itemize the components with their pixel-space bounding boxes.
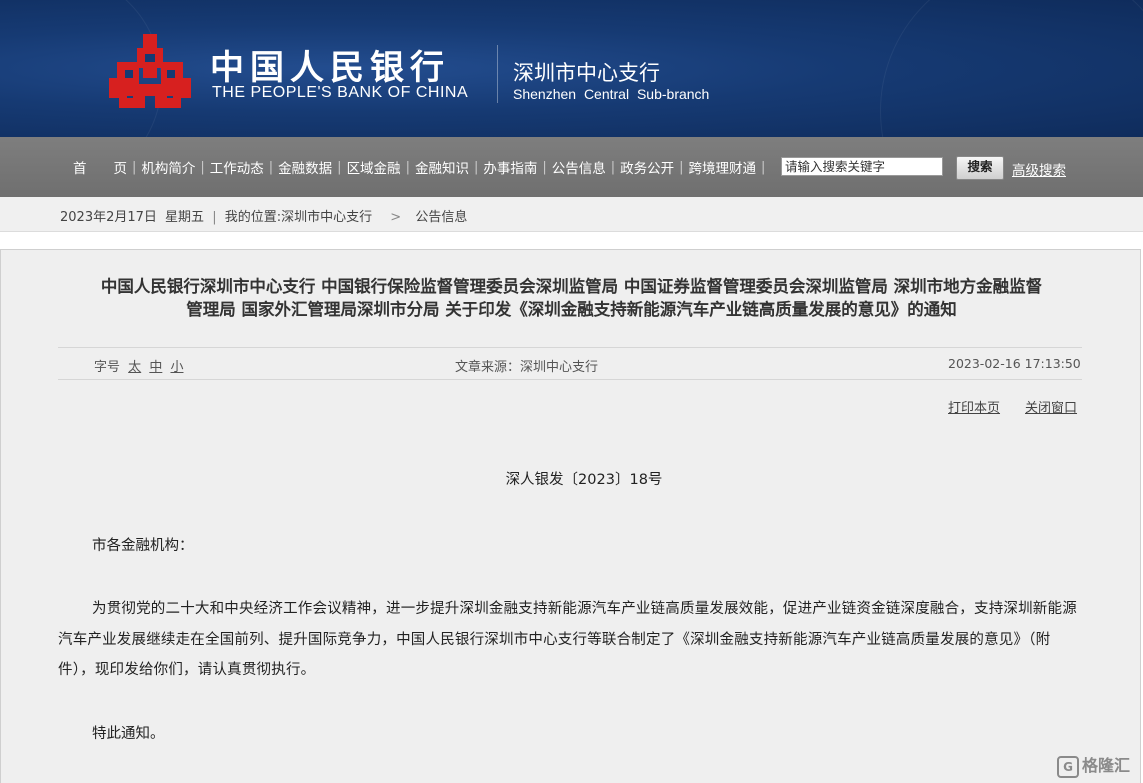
nav-item-home[interactable]: 首 页 xyxy=(68,157,132,177)
nav-item-news[interactable]: 工作动态 xyxy=(205,157,269,177)
gelonghui-logo-icon: G xyxy=(1057,755,1079,778)
font-size-medium-button[interactable]: 中 xyxy=(149,360,162,375)
article-body: 为贯彻党的二十大和中央经济工作会议精神，进一步提升深圳金融支持新能源汽车产业链高… xyxy=(58,601,1077,678)
print-page-link[interactable]: 打印本页 xyxy=(948,397,1000,416)
font-size-large-button[interactable]: 太 xyxy=(128,360,141,375)
breadcrumb-item-branch[interactable]: 深圳市中心支行 xyxy=(281,210,372,225)
nav-item-government-affairs[interactable]: 政务公开 xyxy=(615,157,679,177)
article-title-line: 中国人民银行深圳市中心支行 中国银行保险监督管理委员会深圳监管局 中国证券监督管… xyxy=(100,277,1043,296)
brand-name-en: THE PEOPLE'S BANK OF CHINA xyxy=(212,84,469,101)
nav-item-about[interactable]: 机构简介 xyxy=(136,157,200,177)
nav-item-service-guide[interactable]: 办事指南 xyxy=(478,157,542,177)
watermark: G 格隆汇 xyxy=(1057,752,1130,778)
article-source: 文章来源：深圳中心支行 xyxy=(455,360,599,375)
font-size-label: 字号 xyxy=(94,360,121,375)
article-title-line: 管理局 国家外汇管理局深圳市分局 关于印发《深圳金融支持新能源汽车产业链高质量发… xyxy=(186,300,957,319)
chevron-right-icon: > xyxy=(390,210,402,225)
search-button[interactable]: 搜索 xyxy=(956,156,1004,180)
current-date: 2023年2月17日 xyxy=(60,210,157,225)
nav-item-wealth-connect[interactable]: 跨境理财通 xyxy=(684,157,762,177)
pboc-logo-icon[interactable] xyxy=(107,32,193,110)
nav-item-announcements[interactable]: 公告信息 xyxy=(547,157,611,177)
close-window-link[interactable]: 关闭窗口 xyxy=(1025,397,1077,416)
publish-datetime: 2023-02-16 17:13:50 xyxy=(948,356,1081,371)
article-panel xyxy=(0,249,1141,783)
brand-name-cn: 中国人民银行 xyxy=(210,48,450,88)
breadcrumb-separator: | xyxy=(212,210,217,225)
current-weekday: 星期五 xyxy=(165,210,205,225)
breadcrumb-bar: 2023年2月17日 星期五 | 我的位置:深圳市中心支行 > 公告信息 xyxy=(0,197,1143,232)
nav-menu: 首 页 | 机构简介 | 工作动态 | 金融数据 | 区域金融 | 金融知识 | 办事指南 |… xyxy=(68,137,765,197)
header-divider xyxy=(497,45,498,103)
divider xyxy=(58,379,1082,380)
header-banner: 中国人民银行 THE PEOPLE'S BANK OF CHINA 深圳市中心支… xyxy=(0,0,1143,137)
document-number: 深人银发〔2023〕18号 xyxy=(505,472,663,488)
search-input[interactable]: 请输入搜索关键字 xyxy=(781,157,943,176)
salutation: 市各金融机构： xyxy=(92,538,194,554)
divider xyxy=(58,347,1082,348)
breadcrumb: 2023年2月17日 星期五 | 我的位置:深圳市中心支行 > 公告信息 xyxy=(60,206,471,225)
nav-separator: | xyxy=(761,159,766,175)
branch-name-cn: 深圳市中心支行 xyxy=(513,61,660,85)
nav-item-regional-finance[interactable]: 区域金融 xyxy=(342,157,406,177)
branch-name-en: Shenzhen Central Sub-branch xyxy=(513,86,710,102)
banner-decoration xyxy=(880,0,1143,137)
location-label: 我的位置: xyxy=(224,210,282,225)
watermark-text: 格隆汇 xyxy=(1082,756,1131,775)
breadcrumb-item-announcements[interactable]: 公告信息 xyxy=(415,210,467,225)
closing-text: 特此通知。 xyxy=(92,726,165,742)
advanced-search-link[interactable]: 高级搜索 xyxy=(1012,159,1066,179)
nav-item-financial-data[interactable]: 金融数据 xyxy=(273,157,337,177)
font-size-small-button[interactable]: 小 xyxy=(170,360,183,375)
article-title: 中国人民银行深圳市中心支行 中国银行保险监督管理委员会深圳监管局 中国证券监督管… xyxy=(0,275,1143,321)
font-size-controls: 字号 太 中 小 xyxy=(94,356,183,375)
nav-item-financial-knowledge[interactable]: 金融知识 xyxy=(410,157,474,177)
